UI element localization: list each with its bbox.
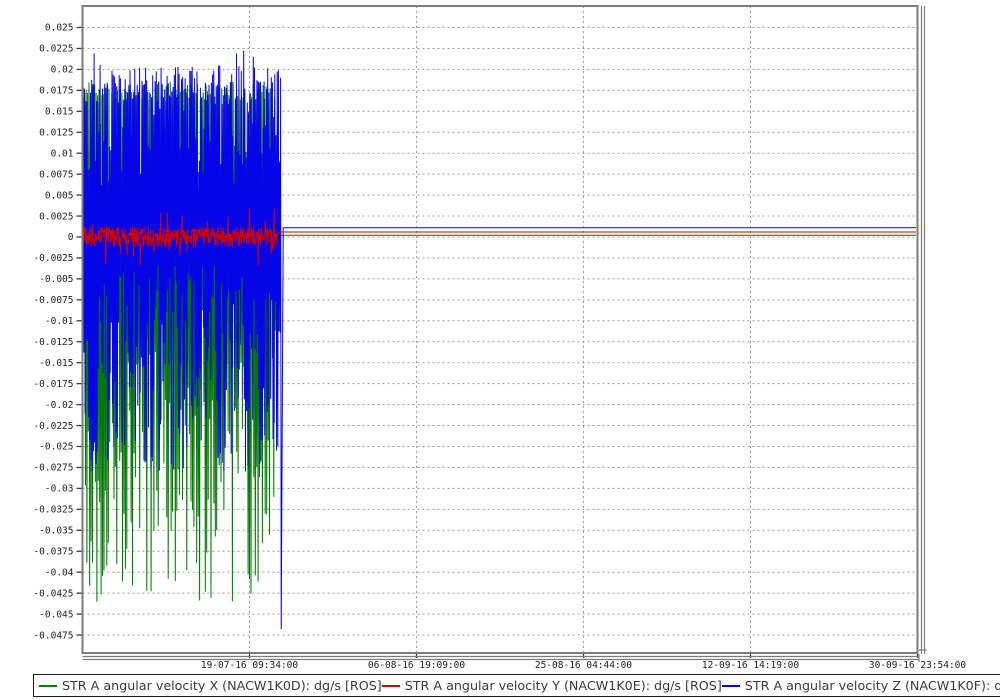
legend-item-z: STR A angular velocity Z (NACW1K0F): dg/…	[721, 678, 1000, 693]
series-y-line-sample	[381, 684, 400, 687]
y-tick-label: -0.0125	[33, 337, 73, 348]
legend-label-y: STR A angular velocity Y (NACW1K0E): dg/…	[404, 678, 722, 693]
y-tick-label: 0.0225	[39, 44, 73, 55]
y-tick-label: -0.0325	[33, 505, 73, 516]
x-tick-label: 12-09-16 14:19:00	[702, 660, 800, 671]
y-tick-label: 0.015	[45, 107, 74, 118]
y-tick-label: 0	[68, 232, 74, 243]
legend-label-z: STR A angular velocity Z (NACW1K0F): dg/…	[744, 678, 1000, 693]
y-tick-label: -0.045	[39, 609, 73, 620]
y-tick-label: -0.015	[39, 358, 73, 369]
series-x-line-sample	[39, 684, 57, 687]
legend-label-x: STR A angular velocity X (NACW1K0D): dg/…	[62, 678, 382, 693]
y-tick-label: -0.03	[45, 484, 74, 495]
y-tick-label: 0.005	[45, 190, 74, 201]
x-tick-label: 25-08-16 04:44:00	[535, 660, 633, 671]
y-tick-label: -0.0275	[33, 463, 73, 474]
y-tick-label: -0.0175	[33, 379, 73, 390]
legend: STR A angular velocity X (NACW1K0D): dg/…	[33, 674, 1000, 697]
x-tick-label: 30-09-16 23:54:00	[869, 660, 967, 671]
y-tick-label: 0.0075	[39, 169, 73, 180]
legend-item-y: STR A angular velocity Y (NACW1K0E): dg/…	[381, 678, 722, 693]
legend-item-x: STR A angular velocity X (NACW1K0D): dg/…	[39, 678, 382, 693]
x-tick-label: 19-07-16 09:34:00	[201, 660, 299, 671]
y-tick-label: -0.04	[45, 567, 74, 578]
y-tick-label: 0.01	[51, 148, 74, 159]
y-tick-label: -0.0075	[33, 295, 73, 306]
y-tick-label: -0.01	[45, 316, 74, 327]
chart-plot-area[interactable]: 0.025 0.0225 0.02 0.0175 0.015 0.0125 0.01 0.00…	[0, 0, 1000, 700]
y-tick-label: -0.0025	[33, 253, 73, 264]
series-z-path	[83, 50, 916, 630]
y-tick-label: -0.0225	[33, 421, 73, 432]
x-tick-label: 06-08-16 19:09:00	[368, 660, 466, 671]
y-tick-label: -0.02	[45, 400, 74, 411]
y-tick-label: 0.0025	[39, 211, 73, 222]
y-tick-label: 0.02	[51, 65, 74, 76]
y-tick-label: 0.025	[45, 23, 74, 34]
y-tick-label: -0.035	[39, 526, 73, 537]
series-z-line-sample	[721, 684, 740, 687]
y-tick-label: -0.025	[39, 442, 73, 453]
y-tick-label: -0.0425	[33, 588, 73, 599]
y-tick-label: -0.005	[39, 274, 73, 285]
y-tick-label: 0.0125	[39, 127, 73, 138]
y-tick-label: 0.0175	[39, 86, 73, 97]
y-tick-label: -0.0375	[33, 546, 73, 557]
y-tick-label: -0.0475	[33, 630, 73, 641]
